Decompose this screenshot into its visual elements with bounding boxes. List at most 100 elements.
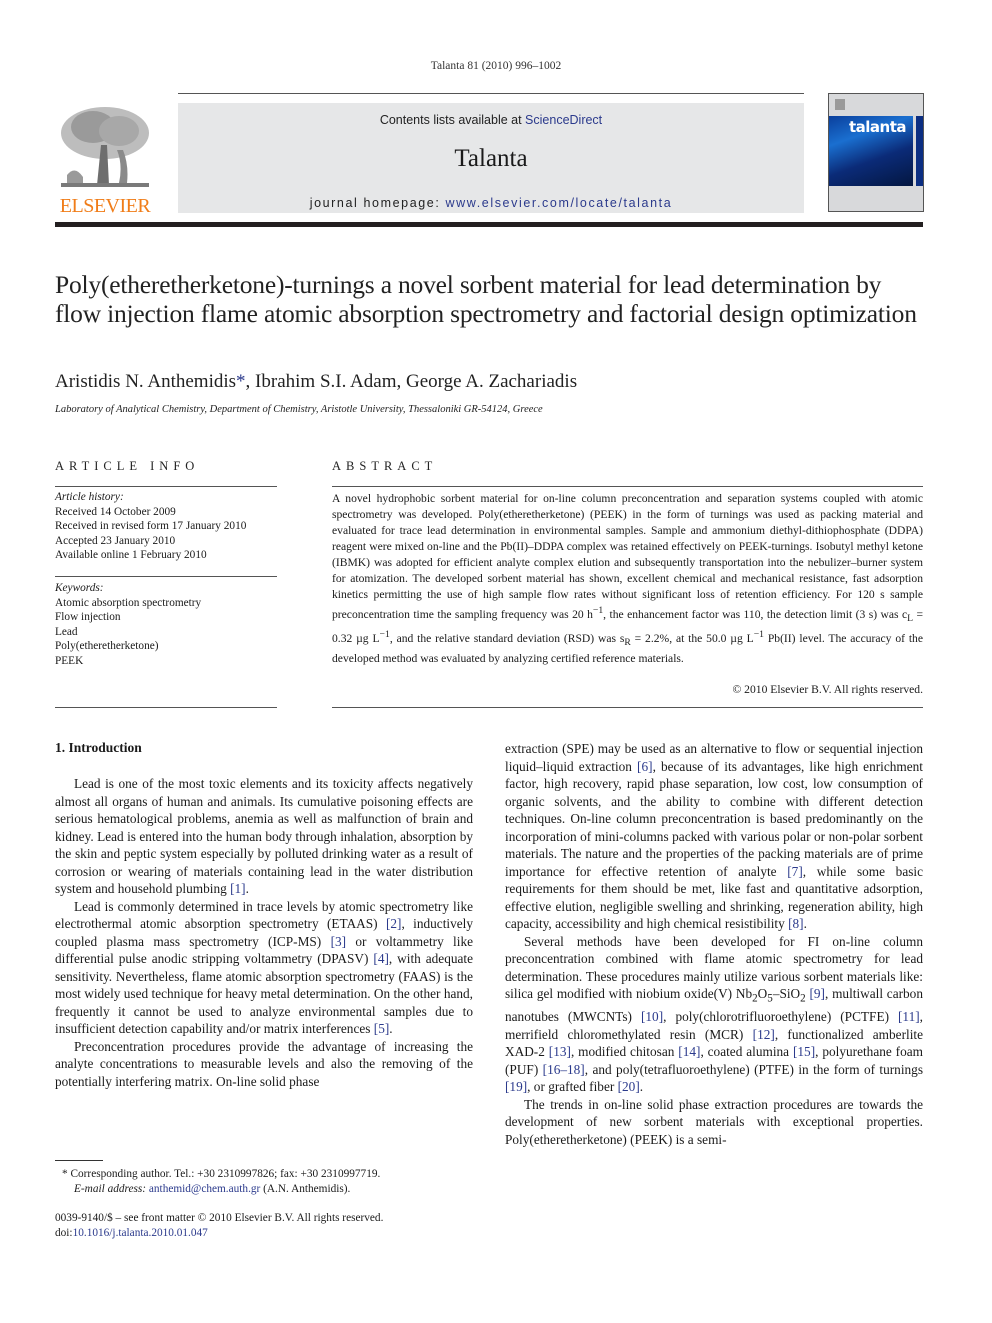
elsevier-tree-icon	[57, 105, 153, 191]
sciencedirect-link[interactable]: ScienceDirect	[525, 113, 602, 127]
journal-header-box: Contents lists available at ScienceDirec…	[178, 103, 804, 213]
history-item: Received 14 October 2009	[55, 505, 176, 518]
cover-graphic-edge	[916, 116, 923, 186]
elsevier-wordmark: ELSEVIER	[59, 195, 151, 217]
paragraph-text: O	[757, 986, 768, 1001]
citation-link[interactable]: [5]	[374, 1021, 390, 1036]
footnote-text: Corresponding author. Tel.: +30 23109978…	[67, 1168, 381, 1180]
affiliation: Laboratory of Analytical Chemistry, Depa…	[55, 404, 543, 415]
abstract-segment: , the enhancement factor was 110, the de…	[603, 607, 908, 621]
history-item: Received in revised form 17 January 2010	[55, 520, 247, 532]
paragraph-text: , poly(chlorotrifluoroethylene) (PCTFE)	[663, 1009, 898, 1025]
author-list: Aristidis N. Anthemidis*, Ibrahim S.I. A…	[55, 371, 577, 393]
masthead: ELSEVIER Contents lists available at Sci…	[55, 93, 924, 217]
citation-link[interactable]: [9]	[809, 986, 825, 1001]
other-authors: , Ibrahim S.I. Adam, George A. Zachariad…	[245, 371, 578, 392]
issn-doi-block: 0039-9140/$ – see front matter © 2010 El…	[55, 1211, 383, 1240]
superscript: −1	[379, 629, 390, 641]
paragraph-text: –SiO	[772, 986, 801, 1001]
subscript: 2	[800, 992, 806, 1005]
paragraph: Preconcentration procedures provide the …	[55, 1038, 473, 1091]
doi-prefix: doi:	[55, 1226, 73, 1239]
left-column: Lead is one of the most toxic elements a…	[55, 775, 473, 1090]
citation-link[interactable]: [4]	[373, 951, 389, 966]
homepage-prefix: journal homepage:	[309, 196, 446, 210]
issn-line: 0039-9140/$ – see front matter © 2010 El…	[55, 1212, 384, 1224]
paragraph-text: The trends in on-line solid phase extrac…	[505, 1096, 923, 1147]
email-line: E-mail address: anthemid@chem.auth.gr (A…	[62, 1182, 380, 1197]
contents-prefix: Contents lists available at	[379, 113, 526, 127]
citation-link[interactable]: [6]	[637, 759, 653, 774]
citation-link[interactable]: [13]	[549, 1044, 571, 1059]
history-label: Article history:	[55, 491, 124, 503]
email-label: E-mail address:	[74, 1182, 147, 1195]
journal-name: Talanta	[454, 145, 528, 172]
abstract-copyright: © 2010 Elsevier B.V. All rights reserved…	[732, 683, 923, 696]
article-title: Poly(etheretherketone)-turnings a novel …	[55, 270, 917, 328]
paragraph-text: Preconcentration procedures provide the …	[55, 1038, 473, 1089]
article-info-bottom-rule	[55, 707, 277, 708]
citation-link[interactable]: [16–18]	[543, 1062, 585, 1077]
article-info-rule	[55, 486, 277, 487]
cover-elsevier-icon	[835, 99, 845, 110]
homepage-line: journal homepage: www.elsevier.com/locat…	[178, 196, 804, 210]
keywords-label: Keywords:	[55, 582, 104, 594]
cover-title: talanta	[849, 118, 907, 136]
citation-link[interactable]: [19]	[505, 1079, 527, 1094]
keywords-rule	[55, 576, 277, 577]
paragraph-text: , modified chitosan	[570, 1044, 679, 1060]
citation-link[interactable]: [15]	[793, 1044, 815, 1059]
keyword-item: Atomic absorption spectrometry	[55, 596, 202, 609]
citation-link[interactable]: [3]	[331, 934, 347, 949]
paragraph: Lead is commonly determined in trace lev…	[55, 898, 473, 1037]
footnote: * Corresponding author. Tel.: +30 231099…	[62, 1167, 380, 1196]
paragraph-text: , or grafted fiber	[527, 1079, 618, 1095]
paragraph-text: Lead is one of the most toxic elements a…	[55, 776, 473, 896]
article-info-heading: ARTICLE INFO	[55, 459, 200, 473]
author-anthemidis[interactable]: Aristidis N. Anthemidis	[55, 371, 236, 392]
abstract-heading: ABSTRACT	[332, 459, 438, 473]
keyword-item: Lead	[55, 625, 78, 638]
citation-link[interactable]: [8]	[788, 916, 804, 931]
right-column: extraction (SPE) may be used as an alter…	[505, 740, 923, 1148]
citation-link[interactable]: [12]	[753, 1027, 775, 1042]
citation-link[interactable]: [10]	[641, 1009, 663, 1024]
keyword-item: Flow injection	[55, 611, 121, 623]
header-divider	[55, 222, 923, 227]
doi-link[interactable]: 10.1016/j.talanta.2010.01.047	[73, 1227, 208, 1239]
abstract-rule	[332, 486, 923, 487]
keyword-item: PEEK	[55, 654, 84, 667]
abstract-text: A novel hydrophobic sorbent material for…	[332, 491, 923, 667]
paragraph-text: , and poly(tetrafluoroethylene) (PTFE) i…	[584, 1061, 923, 1077]
superscript: −1	[592, 605, 604, 616]
paragraph: extraction (SPE) may be used as an alter…	[505, 741, 923, 931]
abstract-bottom-rule	[332, 707, 923, 708]
paragraph: Lead is one of the most toxic elements a…	[55, 776, 473, 896]
paragraph: Several methods have been developed for …	[505, 933, 923, 1095]
history-item: Accepted 23 January 2010	[55, 534, 176, 547]
corresponding-author-note: * Corresponding author. Tel.: +30 231099…	[62, 1167, 380, 1182]
abstract-segment: A novel hydrophobic sorbent material for…	[332, 492, 923, 621]
citation-link[interactable]: [1]	[230, 881, 246, 896]
email-suffix: (A.N. Anthemidis).	[260, 1182, 351, 1195]
footnote-rule	[55, 1160, 103, 1161]
citation-link[interactable]: [7]	[787, 864, 803, 879]
doi-line: doi:10.1016/j.talanta.2010.01.047	[55, 1226, 383, 1241]
paragraph-text: , because of its advantages, like high e…	[505, 758, 923, 879]
history-item: Available online 1 February 2010	[55, 549, 207, 561]
journal-cover-image[interactable]: talanta	[828, 93, 924, 212]
journal-homepage-link[interactable]: www.elsevier.com/locate/talanta	[446, 196, 673, 210]
corresponding-author-mark[interactable]: *	[236, 371, 246, 392]
citation-link[interactable]: [14]	[678, 1044, 700, 1059]
elsevier-logo[interactable]: ELSEVIER	[55, 105, 155, 217]
paragraph: The trends in on-line solid phase extrac…	[505, 1096, 923, 1149]
abstract-segment: = 2.2%, at the 50.0 µg L	[630, 632, 754, 646]
citation-link[interactable]: [2]	[386, 916, 402, 931]
citation-link[interactable]: [11]	[898, 1009, 920, 1024]
email-link[interactable]: anthemid@chem.auth.gr	[149, 1183, 260, 1195]
keywords: Keywords: Atomic absorption spectrometry…	[55, 581, 277, 668]
citation-link[interactable]: [20]	[618, 1079, 640, 1094]
running-head: Talanta 81 (2010) 996–1002	[430, 60, 562, 72]
superscript: −1	[753, 629, 764, 641]
contents-line: Contents lists available at ScienceDirec…	[178, 113, 804, 127]
